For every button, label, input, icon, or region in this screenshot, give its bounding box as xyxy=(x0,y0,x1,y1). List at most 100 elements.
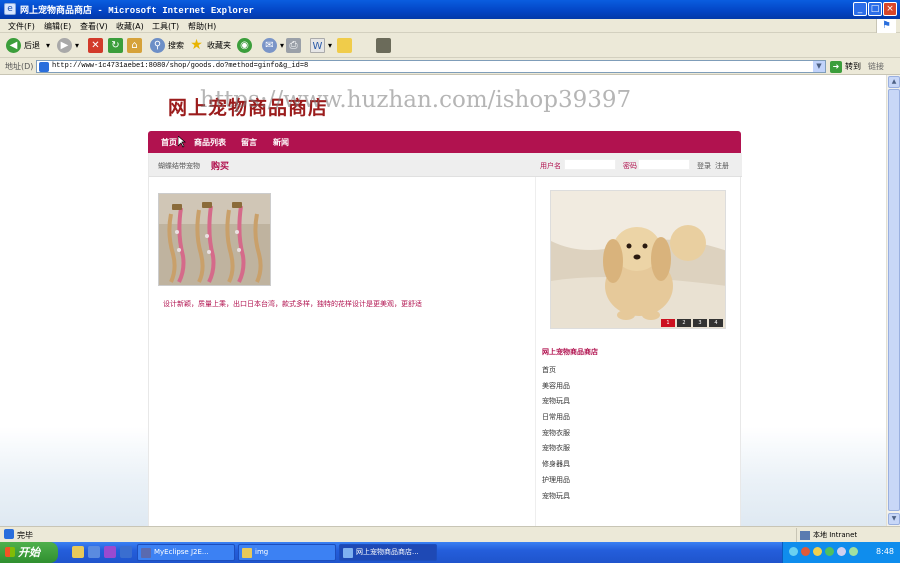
media-button[interactable]: ◉ xyxy=(237,37,252,54)
category-item[interactable]: 首页 xyxy=(542,365,570,381)
go-button[interactable]: ➜ 转到 xyxy=(830,60,861,73)
maximize-button[interactable]: □ xyxy=(868,2,882,16)
ie-task-icon xyxy=(343,548,353,558)
quicklaunch-media-icon[interactable] xyxy=(104,546,116,558)
toolbar: ◀ 后退 ▾ ▶ ▾ ✕ ↻ ⌂ ⚲ 搜索 ★ 收藏夹 ◉ ✉ ▾ ⎙ W ▾ xyxy=(0,33,900,58)
slider-page-3[interactable]: 3 xyxy=(693,319,707,327)
search-icon: ⚲ xyxy=(150,38,165,53)
windows-flag-icon xyxy=(5,547,15,557)
tray-volume-icon[interactable] xyxy=(837,547,846,556)
password-label: 密码 xyxy=(623,162,637,170)
address-url[interactable]: http://www-1c4731aebe1:8080/shop/goods.d… xyxy=(52,62,308,70)
folder-button[interactable] xyxy=(337,37,352,54)
mail-dropdown-icon[interactable]: ▾ xyxy=(280,41,284,50)
quicklaunch-folder-icon[interactable] xyxy=(72,546,84,558)
print-button[interactable]: ⎙ xyxy=(286,37,301,54)
image-slider[interactable]: 1 2 3 4 xyxy=(550,190,726,329)
tray-ime-icon[interactable] xyxy=(813,547,822,556)
slider-page-2[interactable]: 2 xyxy=(677,319,691,327)
taskbar-item-ie[interactable]: 网上宠物商品商店... xyxy=(339,544,437,561)
favorites-button[interactable]: ★ 收藏夹 xyxy=(189,37,231,54)
nav-home[interactable]: 首页 xyxy=(161,137,177,148)
forward-dropdown-icon[interactable]: ▾ xyxy=(75,41,79,50)
status-text: 完毕 xyxy=(17,531,33,540)
tray-app-icon[interactable] xyxy=(849,547,858,556)
product-description: 设计新颖，质量上乘，出口日本台湾，款式多样，独特的花样设计是更美观，更舒适 xyxy=(163,300,422,308)
star-icon: ★ xyxy=(190,37,203,53)
back-label: 后退 xyxy=(24,41,40,50)
taskbar-item-img[interactable]: img xyxy=(238,544,336,561)
category-item[interactable]: 宠物玩具 xyxy=(542,491,570,507)
menu-view[interactable]: 查看(V) xyxy=(80,21,108,32)
forward-button[interactable]: ▶ ▾ xyxy=(57,37,79,54)
category-item[interactable]: 日常用品 xyxy=(542,412,570,428)
folder-icon xyxy=(242,548,252,558)
start-button[interactable]: 开始 xyxy=(0,542,58,563)
refresh-button[interactable]: ↻ xyxy=(108,37,123,54)
menu-tools[interactable]: 工具(T) xyxy=(152,21,179,32)
buy-link[interactable]: 购买 xyxy=(211,159,229,172)
quicklaunch-ie-icon[interactable] xyxy=(88,546,100,558)
windows-logo-icon: ⚑ xyxy=(876,19,896,33)
nav-messages[interactable]: 留言 xyxy=(241,137,257,148)
myeclipse-icon xyxy=(141,548,151,558)
tray-network-icon[interactable] xyxy=(789,547,798,556)
address-dropdown-icon[interactable]: ▼ xyxy=(813,61,825,72)
login-link[interactable]: 登录 xyxy=(697,161,711,171)
address-input[interactable]: http://www-1c4731aebe1:8080/shop/goods.d… xyxy=(36,60,826,73)
back-dropdown-icon[interactable]: ▾ xyxy=(46,41,50,50)
edit-dropdown-icon[interactable]: ▾ xyxy=(328,41,332,50)
favorites-label: 收藏夹 xyxy=(207,41,231,50)
menu-edit[interactable]: 编辑(E) xyxy=(44,21,71,32)
quicklaunch-desktop-icon[interactable] xyxy=(120,546,132,558)
task-label: 网上宠物商品商店... xyxy=(356,548,419,556)
menu-help[interactable]: 帮助(H) xyxy=(188,21,216,32)
start-label: 开始 xyxy=(18,546,40,559)
category-item[interactable]: 宠物玩具 xyxy=(542,396,570,412)
password-input[interactable] xyxy=(638,159,690,170)
close-button[interactable]: × xyxy=(883,2,897,16)
edit-button[interactable]: W ▾ xyxy=(310,37,332,54)
status-bar: 完毕 本地 Intranet xyxy=(0,526,900,542)
mail-button[interactable]: ✉ ▾ xyxy=(262,37,284,54)
category-item[interactable]: 宠物衣服 xyxy=(542,443,570,459)
home-button[interactable]: ⌂ xyxy=(127,37,142,54)
clock[interactable]: 8:48 xyxy=(876,547,894,556)
menu-favorites[interactable]: 收藏(A) xyxy=(116,21,144,32)
vertical-scrollbar[interactable]: ▲ ▼ xyxy=(886,75,900,526)
slider-page-1[interactable]: 1 xyxy=(661,319,675,327)
back-button[interactable]: ◀ 后退 ▾ xyxy=(6,37,50,54)
slider-page-4[interactable]: 4 xyxy=(709,319,723,327)
category-item[interactable]: 美容用品 xyxy=(542,381,570,397)
links-button[interactable]: 链接 xyxy=(868,61,884,72)
folder-icon xyxy=(337,38,352,53)
book-icon xyxy=(376,38,391,53)
search-button[interactable]: ⚲ 搜索 xyxy=(150,37,184,54)
address-label: 地址(D) xyxy=(5,62,34,71)
scroll-down-icon[interactable]: ▼ xyxy=(888,513,900,525)
menu-file[interactable]: 文件(F) xyxy=(8,21,35,32)
register-link[interactable]: 注册 xyxy=(715,161,729,171)
zone-label: 本地 Intranet xyxy=(813,531,858,539)
username-input[interactable] xyxy=(564,159,616,170)
username-label: 用户名 xyxy=(540,162,561,170)
category-item[interactable]: 护理用品 xyxy=(542,475,570,491)
scroll-thumb[interactable] xyxy=(888,89,900,511)
category-item[interactable]: 宠物衣服 xyxy=(542,428,570,444)
tray-antivirus-icon[interactable] xyxy=(801,547,810,556)
tray-status-icon[interactable] xyxy=(825,547,834,556)
product-name: 蝴蝶结带宠物 xyxy=(158,162,200,170)
nav-news[interactable]: 新闻 xyxy=(273,137,289,148)
content-area: 蝴蝶结带宠物 购买 用户名 密码 登录 注册 设计新颖，质量上乘，出口日本台湾，… xyxy=(148,153,742,526)
category-item[interactable]: 修身器具 xyxy=(542,459,570,475)
research-button[interactable] xyxy=(376,37,391,54)
search-label: 搜索 xyxy=(168,41,184,50)
stop-button[interactable]: ✕ xyxy=(88,37,103,54)
taskbar-item-myeclipse[interactable]: MyEclipse J2E... xyxy=(137,544,235,561)
scroll-up-icon[interactable]: ▲ xyxy=(888,76,900,88)
media-icon: ◉ xyxy=(237,38,252,53)
nav-product-list[interactable]: 商品列表 xyxy=(194,137,226,148)
minimize-button[interactable]: _ xyxy=(853,2,867,16)
product-image[interactable] xyxy=(158,193,271,286)
mouse-cursor-icon xyxy=(178,136,186,148)
